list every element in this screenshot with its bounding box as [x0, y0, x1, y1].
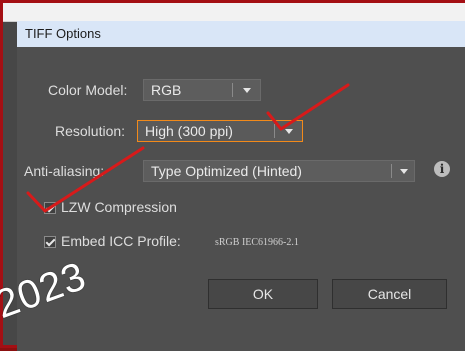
- icc-profile-name: sRGB IEC61966-2.1: [215, 237, 299, 248]
- dialog-title: TIFF Options: [25, 26, 101, 41]
- window-top-strip: [3, 3, 465, 22]
- anti-aliasing-dropdown[interactable]: Type Optimized (Hinted): [143, 160, 415, 182]
- resolution-value: High (300 ppi): [145, 123, 233, 139]
- resolution-label: Resolution:: [55, 123, 126, 139]
- embed-icc-checkbox[interactable]: [44, 236, 56, 248]
- color-model-dropdown[interactable]: RGB: [143, 79, 261, 101]
- chevron-down-icon: [285, 129, 293, 134]
- dialog-body: Color Model: RGB Resolution: High (300 p…: [17, 47, 465, 351]
- lzw-compression-label: LZW Compression: [61, 199, 177, 215]
- dialog-titlebar: TIFF Options: [17, 21, 465, 48]
- chevron-down-icon: [243, 88, 251, 93]
- dropdown-separator: [274, 124, 275, 138]
- info-icon[interactable]: i: [434, 161, 450, 177]
- anti-aliasing-value: Type Optimized (Hinted): [151, 163, 302, 179]
- lzw-compression-checkbox[interactable]: [44, 202, 56, 214]
- color-model-label: Color Model:: [48, 82, 128, 98]
- color-model-value: RGB: [151, 82, 182, 98]
- embed-icc-label: Embed ICC Profile:: [61, 233, 181, 249]
- screenshot-frame: TIFF Options Color Model: RGB Resolution…: [0, 0, 465, 351]
- resolution-dropdown[interactable]: High (300 ppi): [137, 120, 303, 142]
- dropdown-separator: [391, 164, 392, 178]
- ok-button[interactable]: OK: [208, 279, 318, 309]
- chevron-down-icon: [400, 169, 408, 174]
- anti-aliasing-label: Anti-aliasing:: [24, 163, 105, 179]
- cancel-button[interactable]: Cancel: [332, 279, 447, 309]
- dropdown-separator: [232, 83, 233, 97]
